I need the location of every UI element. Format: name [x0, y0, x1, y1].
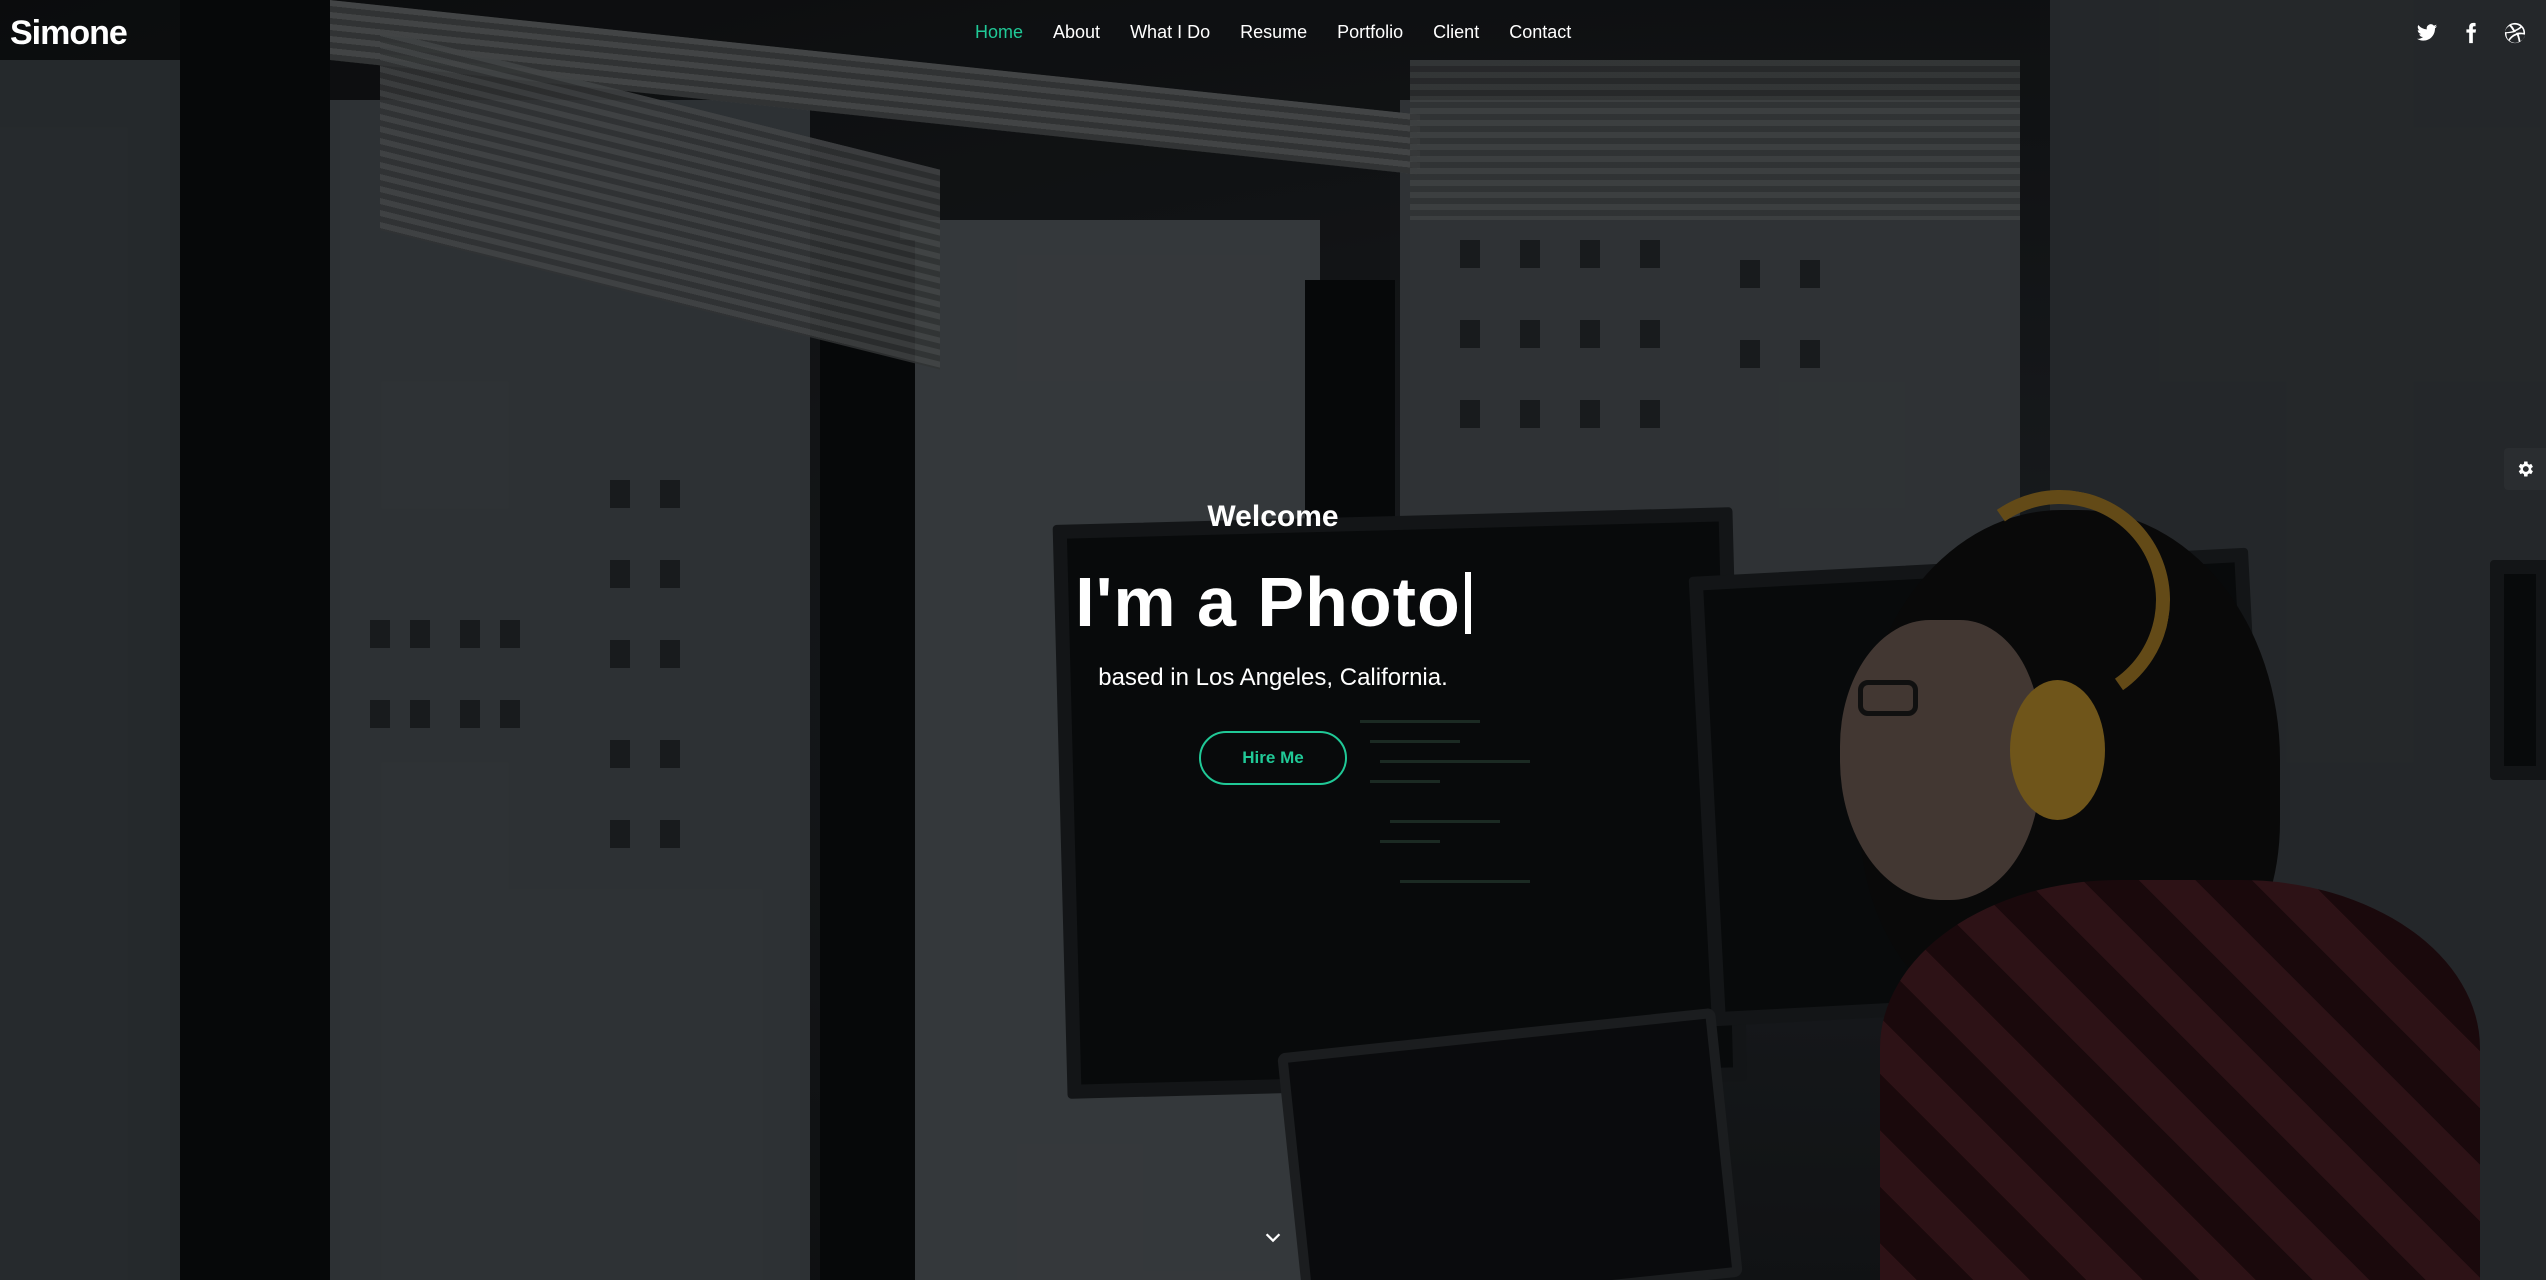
hero-content: Welcome I'm a Photo based in Los Angeles… [0, 0, 2546, 1280]
hero-headline: I'm a Photo [0, 562, 2546, 642]
typing-cursor [1464, 572, 1471, 634]
welcome-heading: Welcome [1207, 500, 1339, 533]
hero-subline: based in Los Angeles, California. [1098, 664, 1448, 691]
headline-text: I'm a Photo [1075, 563, 1461, 641]
settings-toggle[interactable] [2504, 448, 2546, 490]
chevron-down-icon [1265, 1233, 1281, 1243]
scroll-down-button[interactable] [1262, 1226, 1284, 1248]
gear-icon [2518, 461, 2533, 477]
hero-section: Simone Home About What I Do Resume Portf… [0, 0, 2546, 1280]
hire-me-button[interactable]: Hire Me [1199, 731, 1347, 785]
